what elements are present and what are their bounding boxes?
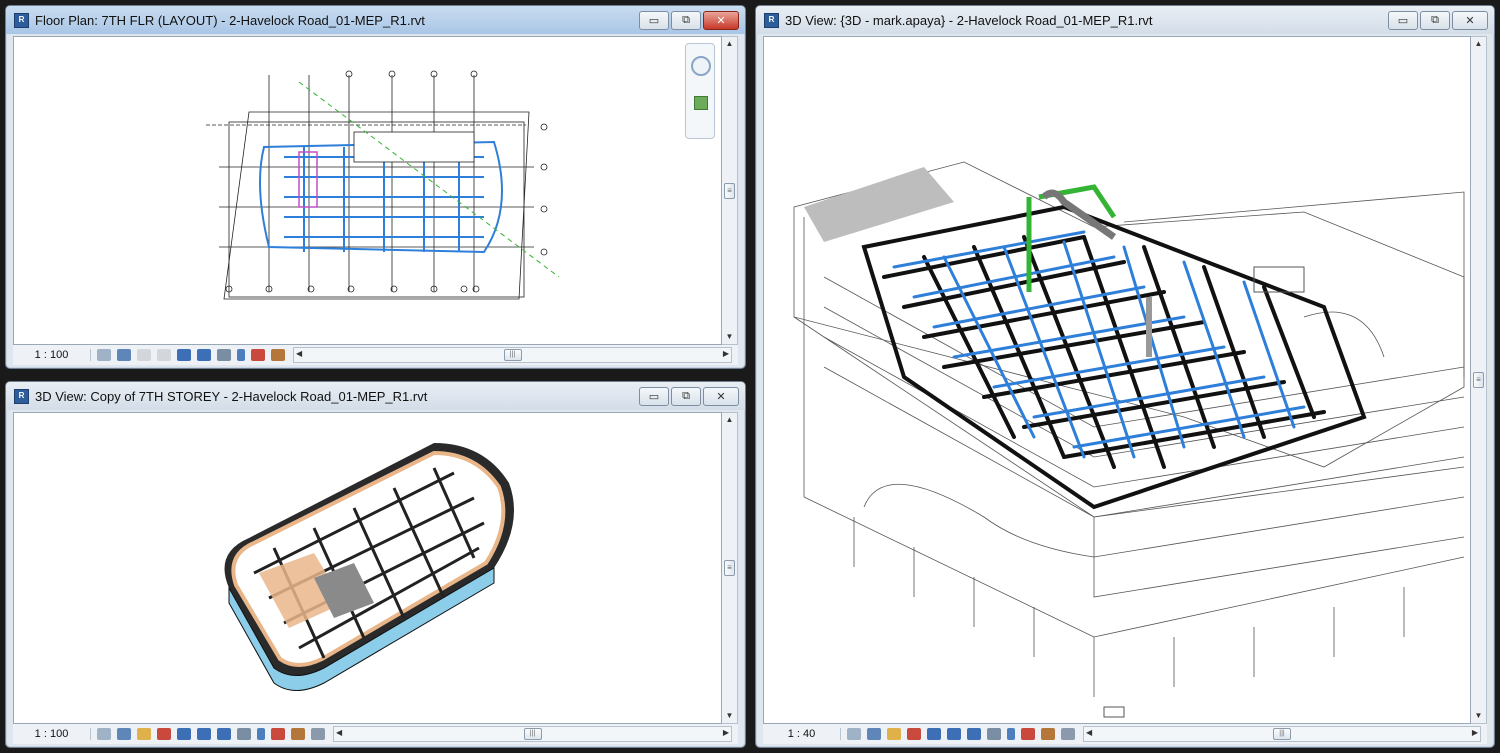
view-scale[interactable]: 1 : 100: [13, 728, 91, 740]
scroll-thumb[interactable]: ≡: [724, 182, 735, 199]
revit-app-icon[interactable]: R: [14, 388, 29, 404]
scroll-thumb[interactable]: |||: [503, 349, 522, 361]
restore-button[interactable]: ⧉: [671, 10, 701, 30]
scroll-down-icon[interactable]: ▼: [722, 330, 737, 344]
show-crop-region-icon[interactable]: [967, 728, 981, 740]
storey-3d-titlebar[interactable]: R 3D View: Copy of 7TH STOREY - 2-Havelo…: [6, 382, 745, 410]
revit-app-icon[interactable]: R: [14, 12, 29, 28]
main-3d-model: [793, 161, 1465, 718]
scroll-right-icon[interactable]: ▶: [1472, 728, 1478, 737]
unlocked-3d-icon[interactable]: [217, 349, 231, 361]
reveal-hidden-icon[interactable]: [251, 349, 265, 361]
minimize-button[interactable]: ▭: [1388, 10, 1418, 30]
scroll-up-icon[interactable]: ▲: [722, 37, 737, 51]
storey-3d-canvas[interactable]: [13, 412, 722, 724]
floor-plan-window[interactable]: R Floor Plan: 7TH FLR (LAYOUT) - 2-Havel…: [5, 5, 746, 369]
highlight-displacement-icon[interactable]: [1061, 728, 1075, 740]
vertical-scrollbar[interactable]: ▲ ≡ ▼: [1471, 36, 1487, 724]
main-3d-canvas[interactable]: [763, 36, 1471, 724]
temporary-hide-icon[interactable]: [257, 728, 265, 740]
show-crop-region-icon[interactable]: [197, 349, 211, 361]
close-button[interactable]: ✕: [703, 10, 739, 30]
scroll-thumb[interactable]: ≡: [724, 560, 735, 576]
floor-plan-titlebar[interactable]: R Floor Plan: 7TH FLR (LAYOUT) - 2-Havel…: [6, 6, 745, 34]
highlight-displacement-icon[interactable]: [311, 728, 325, 740]
scroll-left-icon[interactable]: ◀: [1086, 728, 1092, 737]
floor-plan-drawing: [206, 70, 560, 300]
horizontal-scrollbar[interactable]: ◀ ||| ▶: [1083, 726, 1481, 742]
revit-app-icon[interactable]: R: [764, 12, 779, 28]
shadows-icon[interactable]: [157, 728, 171, 740]
detail-level-icon[interactable]: [847, 728, 861, 740]
rendering-icon[interactable]: [177, 728, 191, 740]
detail-level-icon[interactable]: [97, 728, 111, 740]
view-scale[interactable]: 1 : 100: [13, 349, 91, 361]
vertical-scrollbar[interactable]: ▲ ≡ ▼: [722, 36, 738, 345]
sun-path-icon[interactable]: [137, 349, 151, 361]
visual-style-icon[interactable]: [867, 728, 881, 740]
shadows-icon[interactable]: [157, 349, 171, 361]
scroll-down-icon[interactable]: ▼: [722, 709, 737, 723]
rendering-icon[interactable]: [927, 728, 941, 740]
window-title: 3D View: Copy of 7TH STOREY - 2-Havelock…: [35, 388, 428, 404]
analytical-model-icon[interactable]: [291, 728, 305, 740]
scroll-thumb[interactable]: |||: [523, 728, 542, 740]
sun-path-icon[interactable]: [887, 728, 901, 740]
crop-view-icon[interactable]: [177, 349, 191, 361]
close-button[interactable]: ✕: [703, 386, 739, 406]
unlocked-3d-icon[interactable]: [987, 728, 1001, 740]
scroll-left-icon[interactable]: ◀: [296, 349, 302, 358]
scroll-up-icon[interactable]: ▲: [1471, 37, 1486, 51]
main-3d-titlebar[interactable]: R 3D View: {3D - mark.apaya} - 2-Haveloc…: [756, 6, 1494, 34]
restore-button[interactable]: ⧉: [671, 386, 701, 406]
scroll-up-icon[interactable]: ▲: [722, 413, 737, 427]
reveal-hidden-icon[interactable]: [1021, 728, 1035, 740]
horizontal-scrollbar[interactable]: ◀ ||| ▶: [293, 347, 732, 363]
view-scale[interactable]: 1 : 40: [763, 728, 841, 740]
crop-view-icon[interactable]: [197, 728, 211, 740]
scroll-thumb[interactable]: ≡: [1473, 372, 1484, 388]
vertical-scrollbar[interactable]: ▲ ≡ ▼: [722, 412, 738, 724]
zoom-icon[interactable]: [694, 96, 708, 110]
visual-style-icon[interactable]: [117, 349, 131, 361]
storey-3d-window[interactable]: R 3D View: Copy of 7TH STOREY - 2-Havelo…: [5, 381, 746, 748]
shadows-icon[interactable]: [907, 728, 921, 740]
crop-view-icon[interactable]: [947, 728, 961, 740]
scroll-right-icon[interactable]: ▶: [723, 728, 729, 737]
sun-path-icon[interactable]: [137, 728, 151, 740]
steering-wheel-icon[interactable]: [691, 56, 711, 76]
scroll-left-icon[interactable]: ◀: [336, 728, 342, 737]
window-title: Floor Plan: 7TH FLR (LAYOUT) - 2-Haveloc…: [35, 12, 425, 28]
analytical-model-icon[interactable]: [271, 349, 285, 361]
restore-button[interactable]: ⧉: [1420, 10, 1450, 30]
scroll-right-icon[interactable]: ▶: [723, 349, 729, 358]
show-crop-region-icon[interactable]: [217, 728, 231, 740]
reveal-hidden-icon[interactable]: [271, 728, 285, 740]
main-3d-window[interactable]: R 3D View: {3D - mark.apaya} - 2-Haveloc…: [755, 5, 1495, 748]
temporary-hide-icon[interactable]: [1007, 728, 1015, 740]
view-control-bar: 1 : 40 ◀ ||| ▶: [763, 724, 1487, 744]
temporary-hide-icon[interactable]: [237, 349, 245, 361]
close-button[interactable]: ✕: [1452, 10, 1488, 30]
scroll-down-icon[interactable]: ▼: [1471, 709, 1486, 723]
navigation-bar[interactable]: [685, 43, 715, 139]
horizontal-scrollbar[interactable]: ◀ ||| ▶: [333, 726, 732, 742]
minimize-button[interactable]: ▭: [639, 10, 669, 30]
analytical-model-icon[interactable]: [1041, 728, 1055, 740]
visual-style-icon[interactable]: [117, 728, 131, 740]
floor-plan-canvas[interactable]: [13, 36, 722, 345]
view-control-bar: 1 : 100 ◀ ||| ▶: [13, 345, 738, 365]
unlocked-3d-icon[interactable]: [237, 728, 251, 740]
window-title: 3D View: {3D - mark.apaya} - 2-Havelock …: [785, 12, 1153, 28]
detail-level-icon[interactable]: [97, 349, 111, 361]
scroll-thumb[interactable]: |||: [1273, 728, 1291, 740]
view-control-bar: 1 : 100 ◀ ||| ▶: [13, 724, 738, 744]
minimize-button[interactable]: ▭: [639, 386, 669, 406]
storey-3d-model: [224, 443, 514, 691]
